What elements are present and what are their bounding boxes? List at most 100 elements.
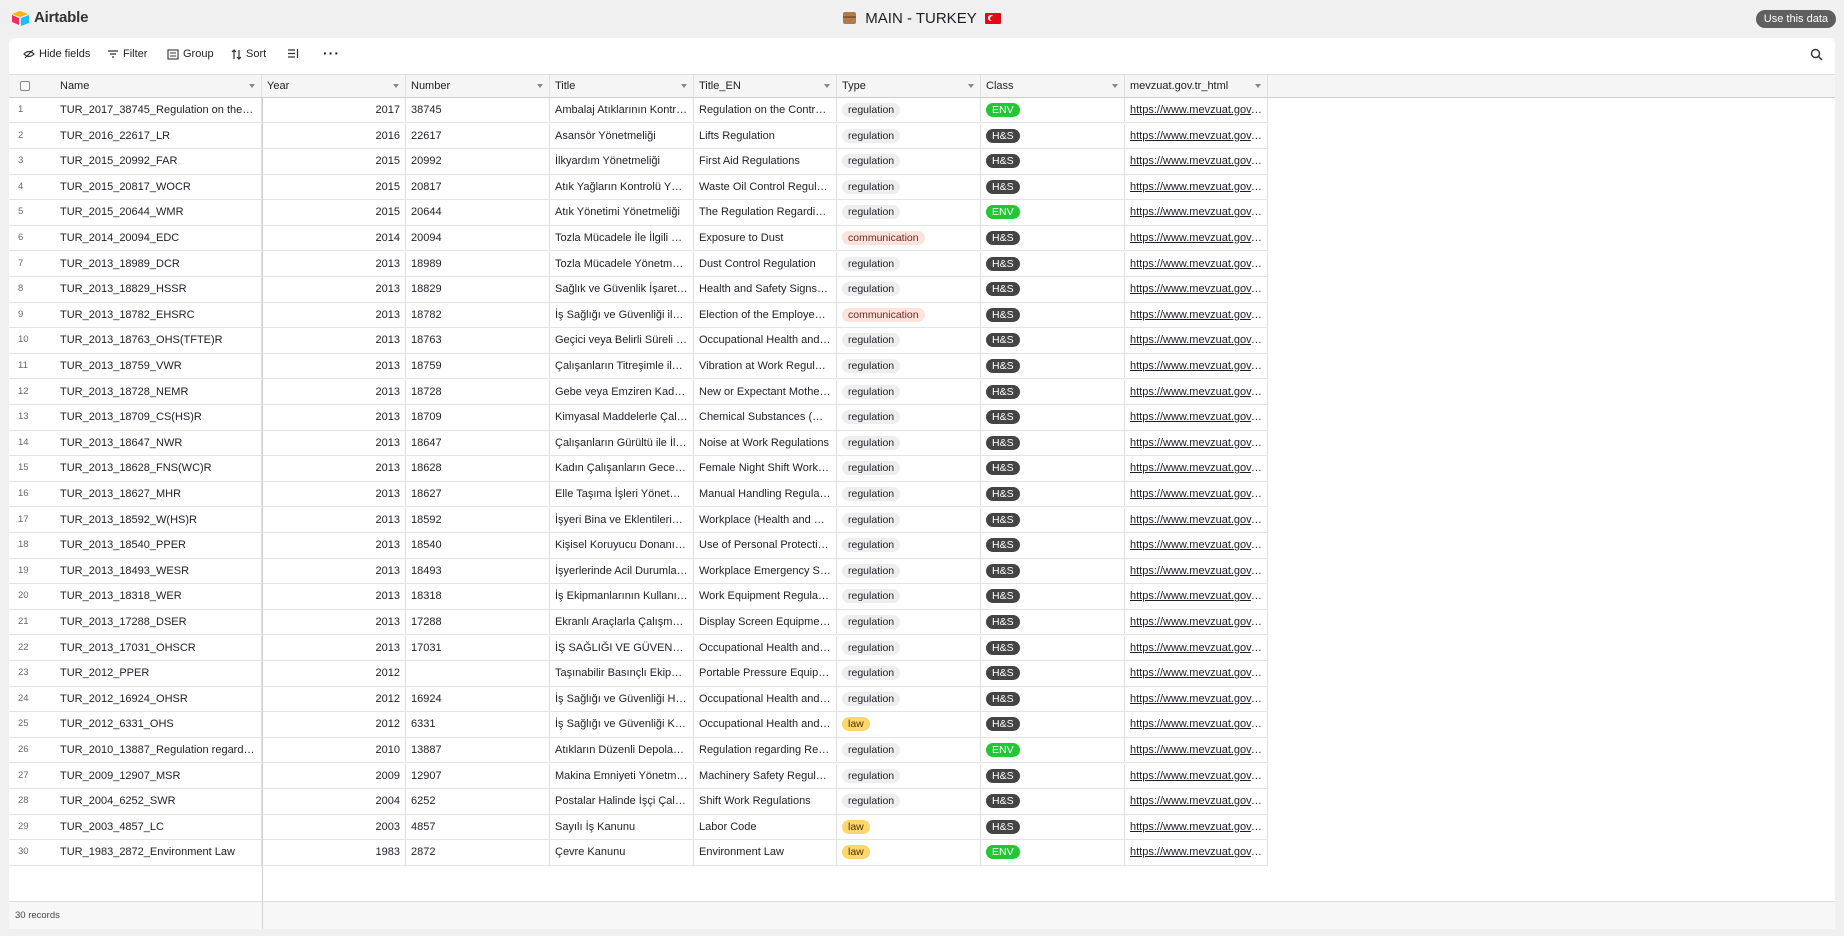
url-link[interactable]: https://www.mevzuat.gov.t... [1130, 718, 1266, 730]
table-row[interactable]: 5 TUR_2015_20644_WMR 2015 20644 Atık Yönetim… [9, 200, 1268, 226]
cell-year[interactable]: 2013 [262, 610, 406, 635]
url-link[interactable]: https://www.mevzuat.gov.t... [1130, 616, 1266, 628]
cell-title_en[interactable]: Labor Code [694, 814, 837, 840]
url-link[interactable]: https://www.mevzuat.gov.t... [1130, 232, 1266, 244]
cell-title[interactable]: İşyerlerinde Acil Durumlar ... [550, 558, 694, 584]
cell-url[interactable]: https://www.mevzuat.gov.t... [1125, 456, 1268, 481]
cell-title_en[interactable]: Waste Oil Control Regulation [694, 174, 837, 200]
column-header-class[interactable]: Class [981, 75, 1125, 97]
cell-name[interactable]: TUR_2013_18829_HSSR [55, 277, 262, 302]
cell-year[interactable]: 2015 [262, 174, 406, 200]
cell-number[interactable]: 20992 [406, 149, 550, 174]
cell-title[interactable]: Geçici veya Belirli Süreli İşl... [550, 328, 694, 353]
cell-title[interactable]: İş Sağlığı ve Güvenliği Kanu... [550, 712, 694, 737]
cell-number[interactable]: 18318 [406, 584, 550, 609]
cell-title[interactable]: İlkyardım Yönetmeliği [550, 149, 694, 174]
column-header-title_en[interactable]: Title_EN [694, 75, 837, 97]
cell-name[interactable]: TUR_2012_6331_OHS [55, 712, 262, 737]
cell-type[interactable]: regulation [837, 635, 981, 660]
cell-url[interactable]: https://www.mevzuat.gov.t... [1125, 610, 1268, 635]
url-link[interactable]: https://www.mevzuat.gov.t... [1130, 693, 1266, 705]
cell-class[interactable]: H&S [981, 763, 1125, 788]
cell-class[interactable]: H&S [981, 610, 1125, 635]
cell-name[interactable]: TUR_2010_13887_Regulation regarding... [55, 738, 262, 763]
url-link[interactable]: https://www.mevzuat.gov.t... [1130, 744, 1266, 756]
cell-name[interactable]: TUR_2014_20094_EDC [55, 226, 262, 251]
cell-year[interactable]: 2004 [262, 789, 406, 814]
table-row[interactable]: 10 TUR_2013_18763_OHS(TFTE)R 2013 18763 Geçi… [9, 328, 1268, 354]
cell-title_en[interactable]: Exposure to Dust [694, 226, 837, 251]
url-link[interactable]: https://www.mevzuat.gov.t... [1130, 642, 1266, 654]
column-header-year[interactable]: Year [262, 75, 406, 97]
cell-year[interactable]: 2013 [262, 482, 406, 507]
cell-url[interactable]: https://www.mevzuat.gov.t... [1125, 789, 1268, 814]
cell-class[interactable]: H&S [981, 277, 1125, 302]
cell-title_en[interactable]: Noise at Work Regulations [694, 430, 837, 456]
table-row[interactable]: 21 TUR_2013_17288_DSER 2013 17288 Ekranlı Ar… [9, 610, 1268, 636]
chevron-down-icon[interactable] [681, 84, 687, 88]
cell-title_en[interactable]: Regulation regarding Regul... [694, 738, 837, 763]
cell-title_en[interactable]: Election of the Employee H... [694, 302, 837, 328]
cell-title_en[interactable]: Work Equipment Regulations [694, 584, 837, 609]
cell-type[interactable]: law [837, 840, 981, 865]
cell-class[interactable]: H&S [981, 814, 1125, 840]
cell-title[interactable]: İşyeri Bina ve Eklentilerinde... [550, 507, 694, 532]
table-row[interactable]: 6 TUR_2014_20094_EDC 2014 20094 Tozla Mücade… [9, 226, 1268, 252]
cell-url[interactable]: https://www.mevzuat.gov.t... [1125, 379, 1268, 404]
table-row[interactable]: 24 TUR_2012_16924_OHSR 2012 16924 İş Sağlığı… [9, 686, 1268, 713]
cell-title_en[interactable]: Shift Work Regulations [694, 789, 837, 814]
cell-type[interactable]: regulation [837, 686, 981, 712]
cell-url[interactable]: https://www.mevzuat.gov.t... [1125, 635, 1268, 660]
cell-url[interactable]: https://www.mevzuat.gov.t... [1125, 200, 1268, 225]
cell-url[interactable]: https://www.mevzuat.gov.t... [1125, 763, 1268, 788]
column-header-name[interactable]: Name [55, 75, 262, 97]
cell-title[interactable]: Çalışanların Titreşimle ilgili... [550, 354, 694, 379]
cell-title[interactable]: Tozla Mücadele İle İlgili Uy... [550, 226, 694, 251]
cell-year[interactable]: 2013 [262, 430, 406, 456]
cell-title[interactable]: Ekranlı Araçlarla Çalışmala... [550, 610, 694, 635]
table-row[interactable]: 2 TUR_2016_22617_LR 2016 22617 Asansör Yönet… [9, 123, 1268, 149]
cell-title_en[interactable]: Occupational Health and S... [694, 635, 837, 660]
cell-name[interactable]: TUR_2013_18759_VWR [55, 354, 262, 379]
cell-name[interactable]: TUR_2009_12907_MSR [55, 763, 262, 788]
table-row[interactable]: 1 TUR_2017_38745_Regulation on the Co... 2… [9, 98, 1268, 124]
cell-class[interactable]: H&S [981, 558, 1125, 584]
cell-class[interactable]: H&S [981, 226, 1125, 251]
cell-name[interactable]: TUR_2003_4857_LC [55, 814, 262, 840]
cell-title[interactable]: Sağlık ve Güvenlik İşaretleri... [550, 277, 694, 302]
cell-number[interactable]: 18627 [406, 482, 550, 507]
cell-url[interactable]: https://www.mevzuat.gov.t... [1125, 507, 1268, 532]
cell-name[interactable]: TUR_2013_18493_WESR [55, 558, 262, 584]
cell-title[interactable]: Taşınabilir Basınçlı Ekipma... [550, 661, 694, 686]
cell-name[interactable]: TUR_2013_18989_DCR [55, 251, 262, 276]
cell-title[interactable]: İş Ekipmanlarının Kullanımı... [550, 584, 694, 609]
cell-number[interactable]: 18592 [406, 507, 550, 532]
cell-title[interactable]: İş Sağlığı ve Güvenliği Hiz... [550, 686, 694, 712]
cell-class[interactable]: H&S [981, 686, 1125, 712]
cell-title[interactable]: Atıkların Düzenli Depolanm... [550, 738, 694, 763]
cell-name[interactable]: TUR_2013_17031_OHSCR [55, 635, 262, 660]
cell-title_en[interactable]: Occupational Health and S... [694, 686, 837, 712]
cell-type[interactable]: regulation [837, 328, 981, 353]
cell-url[interactable]: https://www.mevzuat.gov.t... [1125, 738, 1268, 763]
table-row[interactable]: 26 TUR_2010_13887_Regulation regarding...… [9, 738, 1268, 764]
cell-title[interactable]: İŞ SAĞLIĞI VE GÜVENLİĞİ ... [550, 635, 694, 660]
cell-number[interactable]: 18493 [406, 558, 550, 584]
cell-class[interactable]: H&S [981, 251, 1125, 276]
cell-title[interactable]: Gebe veya Emziren Kadınla... [550, 379, 694, 404]
cell-url[interactable]: https://www.mevzuat.gov.t... [1125, 430, 1268, 456]
more-button[interactable]: ··· [323, 45, 340, 61]
cell-year[interactable]: 2013 [262, 277, 406, 302]
cell-name[interactable]: TUR_2013_18592_W(HS)R [55, 507, 262, 532]
cell-year[interactable]: 2015 [262, 149, 406, 174]
cell-type[interactable]: regulation [837, 482, 981, 507]
cell-name[interactable]: TUR_2013_18782_EHSRC [55, 302, 262, 328]
cell-class[interactable]: H&S [981, 712, 1125, 737]
table-row[interactable]: 27 TUR_2009_12907_MSR 2009 12907 Makina Emni… [9, 763, 1268, 789]
cell-class[interactable]: ENV [981, 98, 1125, 123]
url-link[interactable]: https://www.mevzuat.gov.t... [1130, 795, 1266, 807]
cell-class[interactable]: H&S [981, 328, 1125, 353]
cell-number[interactable]: 18989 [406, 251, 550, 276]
table-row[interactable]: 3 TUR_2015_20992_FAR 2015 20992 İlkyardım Yö… [9, 149, 1268, 175]
cell-title_en[interactable]: Portable Pressure Equipme... [694, 661, 837, 686]
